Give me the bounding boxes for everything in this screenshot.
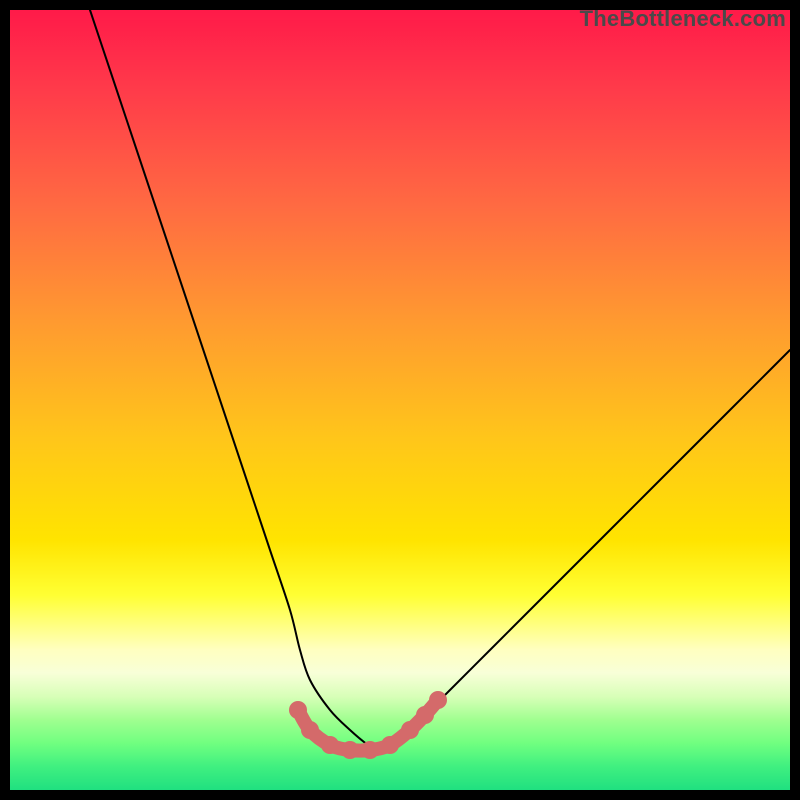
highlight-dot	[416, 706, 434, 724]
highlight-dot	[401, 721, 419, 739]
plot-svg	[10, 10, 790, 790]
highlight-dot	[361, 741, 379, 759]
plot-area	[10, 10, 790, 790]
chart-stage: TheBottleneck.com	[0, 0, 800, 800]
highlight-dot	[289, 701, 307, 719]
highlight-dot	[341, 741, 359, 759]
highlight-dot	[429, 691, 447, 709]
highlight-dot	[321, 736, 339, 754]
bottleneck-curve	[90, 10, 790, 748]
highlight-dot	[381, 736, 399, 754]
highlight-dot	[301, 721, 319, 739]
